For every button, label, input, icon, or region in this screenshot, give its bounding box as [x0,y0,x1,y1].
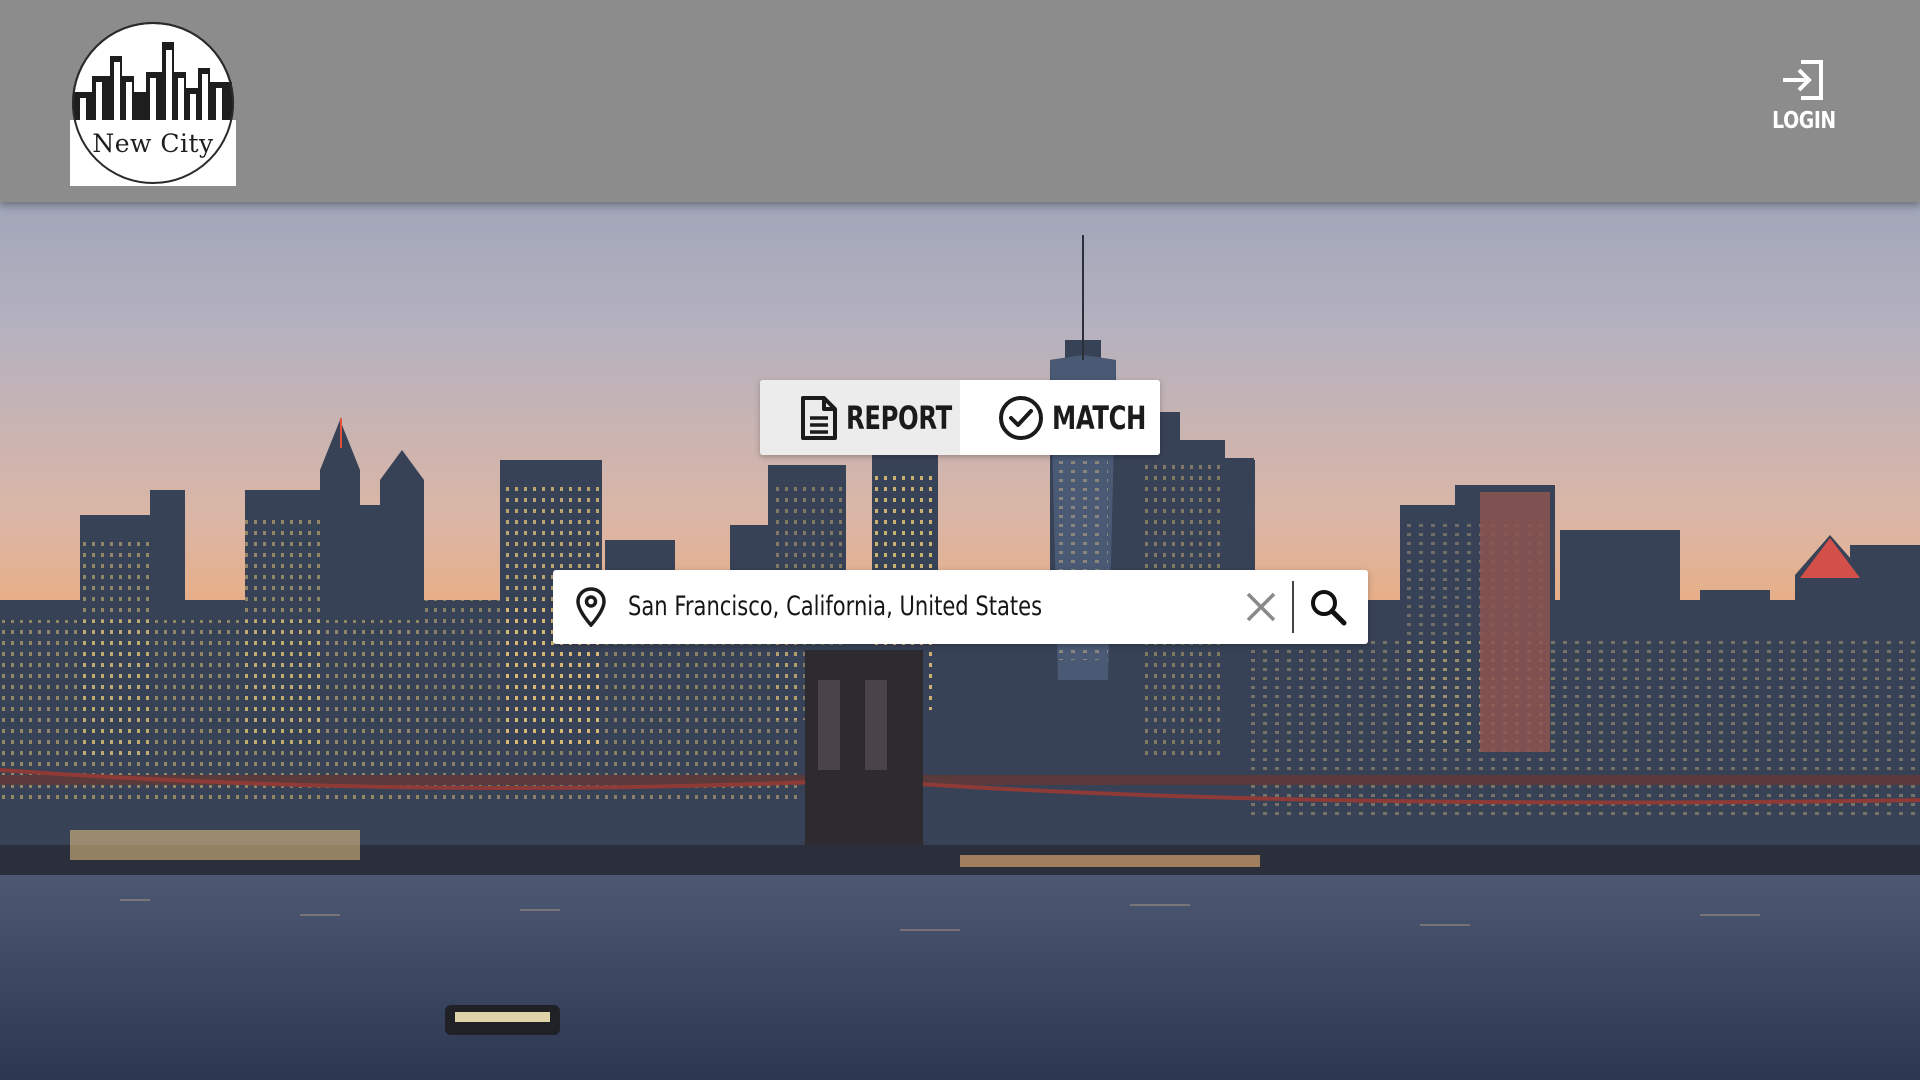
report-tab-label: REPORT [846,398,952,437]
top-header: New City LOGIN [0,0,1920,202]
mode-toggle: REPORT MATCH [760,380,1160,455]
search-icon[interactable] [1307,586,1349,628]
logo[interactable]: New City [70,20,236,186]
search-divider [1292,581,1294,633]
close-icon[interactable] [1243,589,1279,625]
logo-text: New City [92,129,214,158]
city-logo-icon [70,22,236,186]
map-pin-icon [576,587,606,627]
match-tab-label: MATCH [1052,398,1147,437]
report-tab[interactable]: REPORT [760,380,960,455]
location-search-bar: San Francisco, California, United States [553,570,1368,644]
match-tab[interactable]: MATCH [960,380,1160,455]
check-circle-icon [999,395,1043,440]
login-arrow-icon [1783,60,1823,100]
login-label: LOGIN [1772,108,1836,134]
document-icon [801,395,837,440]
location-search-input[interactable]: San Francisco, California, United States [628,570,1042,644]
login-button[interactable]: LOGIN [1756,56,1852,134]
